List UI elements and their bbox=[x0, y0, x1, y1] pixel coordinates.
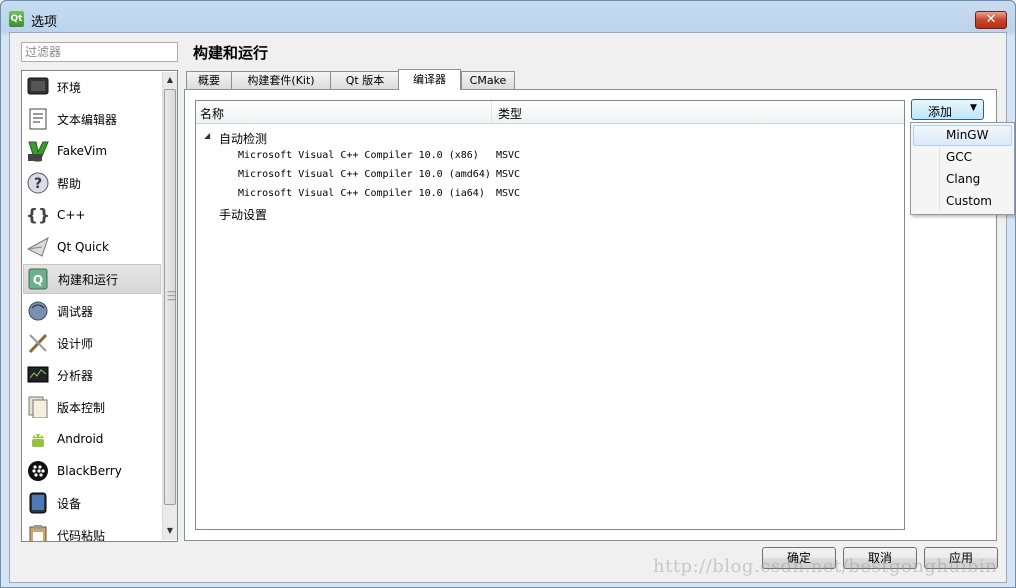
menu-item-gcc[interactable]: GCC bbox=[913, 147, 1012, 168]
add-button-label: 添加 bbox=[928, 105, 953, 119]
sidebar-item-label: 代码粘贴 bbox=[57, 528, 106, 542]
tree-group-manual[interactable]: 手动设置 bbox=[196, 203, 904, 222]
scrollbar-thumb[interactable]: — — — bbox=[164, 89, 176, 505]
tree-header: 名称 类型 bbox=[196, 101, 904, 124]
sidebar-item-debugger[interactable]: 调试器 bbox=[23, 296, 161, 326]
group-label: 手动设置 bbox=[219, 208, 268, 222]
grip-icon: — — — bbox=[167, 287, 176, 305]
table-row[interactable]: Microsoft Visual C++ Compiler 10.0 (amd6… bbox=[196, 165, 904, 184]
sidebar-item-label: 帮助 bbox=[57, 176, 82, 191]
sidebar-item-designer[interactable]: 设计师 bbox=[23, 328, 161, 358]
filter-input[interactable] bbox=[21, 42, 178, 62]
device-icon bbox=[27, 492, 49, 514]
add-compiler-menu: MinGW GCC Clang Custom bbox=[910, 122, 1015, 215]
category-list: 环境 文本编辑器 FakeVim ? 帮助 {} C++ Qt Quick Q … bbox=[21, 70, 178, 542]
analyzer-icon bbox=[27, 364, 49, 386]
sidebar-item-label: 设备 bbox=[57, 496, 82, 511]
qt-icon: Qt bbox=[9, 11, 24, 27]
menu-item-mingw[interactable]: MinGW bbox=[913, 125, 1012, 146]
expand-triangle-icon[interactable]: ◢ bbox=[204, 131, 210, 140]
tab-qt-versions[interactable]: Qt 版本 bbox=[330, 71, 400, 89]
sidebar-item-build-run[interactable]: Q 构建和运行 bbox=[23, 264, 161, 294]
options-dialog: Qt 选项 ✕ 环境 文本编辑器 FakeVim ? 帮助 {} bbox=[0, 0, 1016, 588]
sidebar-item-label: 构建和运行 bbox=[58, 272, 119, 287]
watermark: http://blog.csdn.net/bestgonghuibin bbox=[653, 556, 998, 577]
designer-brush-icon bbox=[27, 332, 49, 354]
sidebar-item-fakevim[interactable]: FakeVim bbox=[23, 136, 161, 166]
sidebar-item-cpp[interactable]: {} C++ bbox=[23, 200, 161, 230]
fakevim-icon bbox=[27, 140, 49, 162]
menu-item-custom[interactable]: Custom bbox=[913, 191, 1012, 212]
sidebar-item-label: 文本编辑器 bbox=[57, 112, 118, 127]
text-document-icon bbox=[27, 108, 49, 130]
column-header-type[interactable]: 类型 bbox=[498, 105, 522, 122]
column-divider[interactable] bbox=[491, 101, 492, 123]
scroll-up-icon[interactable]: ▲ bbox=[163, 72, 177, 88]
close-button[interactable]: ✕ bbox=[975, 11, 1007, 29]
tab-kits[interactable]: 构建套件(Kit) bbox=[231, 71, 331, 89]
version-control-icon bbox=[27, 396, 49, 418]
paper-plane-icon bbox=[27, 236, 49, 258]
column-header-name[interactable]: 名称 bbox=[200, 105, 224, 122]
sidebar-item-label: C++ bbox=[57, 208, 86, 222]
sidebar-item-code-paste[interactable]: 代码粘贴 bbox=[23, 520, 161, 542]
sidebar-item-label: BlackBerry bbox=[57, 464, 122, 478]
clipboard-icon bbox=[27, 524, 49, 541]
sidebar-item-label: FakeVim bbox=[57, 144, 108, 158]
sidebar-item-label: 环境 bbox=[57, 80, 82, 95]
sidebar-item-label: Qt Quick bbox=[57, 240, 109, 254]
compilers-panel: 名称 类型 ◢ 自动检测 Microsoft Visual C++ Compil… bbox=[184, 89, 997, 541]
svg-text:{}: {} bbox=[27, 206, 49, 226]
sidebar-item-android[interactable]: Android bbox=[23, 424, 161, 454]
compiler-tree: 名称 类型 ◢ 自动检测 Microsoft Visual C++ Compil… bbox=[195, 100, 905, 530]
sidebar-scrollbar[interactable]: ▲ — — — ▼ bbox=[162, 72, 177, 540]
sidebar-item-analyzer[interactable]: 分析器 bbox=[23, 360, 161, 390]
table-row[interactable]: Microsoft Visual C++ Compiler 10.0 (ia64… bbox=[196, 184, 904, 203]
question-mark-icon: ? bbox=[27, 172, 49, 194]
sidebar-item-text-editor[interactable]: 文本编辑器 bbox=[23, 104, 161, 134]
compiler-name: Microsoft Visual C++ Compiler 10.0 (ia64… bbox=[238, 188, 485, 199]
compiler-name: Microsoft Visual C++ Compiler 10.0 (amd6… bbox=[238, 169, 491, 180]
compiler-type: MSVC bbox=[496, 150, 521, 161]
tab-cmake[interactable]: CMake bbox=[461, 71, 515, 89]
sidebar-item-blackberry[interactable]: BlackBerry bbox=[23, 456, 161, 486]
debugger-icon bbox=[27, 300, 49, 322]
table-row[interactable]: Microsoft Visual C++ Compiler 10.0 (x86)… bbox=[196, 146, 904, 165]
compiler-name: Microsoft Visual C++ Compiler 10.0 (x86) bbox=[238, 150, 479, 161]
compiler-type: MSVC bbox=[496, 188, 521, 199]
chevron-down-icon: ▼ bbox=[970, 103, 977, 113]
sidebar-item-label: 版本控制 bbox=[57, 400, 106, 415]
window-title: 选项 bbox=[31, 15, 58, 30]
tree-group-auto-detected[interactable]: ◢ 自动检测 bbox=[196, 127, 904, 146]
sidebar-item-label: 分析器 bbox=[57, 368, 94, 383]
sidebar-item-label: Android bbox=[57, 432, 104, 446]
close-icon: ✕ bbox=[985, 12, 997, 27]
page-title: 构建和运行 bbox=[193, 44, 269, 62]
svg-text:Q: Q bbox=[33, 273, 43, 287]
sidebar-item-version-control[interactable]: 版本控制 bbox=[23, 392, 161, 422]
sidebar-item-help[interactable]: ? 帮助 bbox=[23, 168, 161, 198]
group-label: 自动检测 bbox=[219, 132, 268, 146]
sidebar-item-label: 调试器 bbox=[57, 304, 94, 319]
sidebar-item-label: 设计师 bbox=[57, 336, 94, 351]
add-compiler-button[interactable]: 添加 ▼ bbox=[911, 99, 984, 120]
build-run-icon: Q bbox=[28, 268, 50, 290]
monitor-icon bbox=[27, 76, 49, 98]
sidebar-item-qt-quick[interactable]: Qt Quick bbox=[23, 232, 161, 262]
braces-icon: {} bbox=[27, 204, 49, 226]
sidebar-item-environment[interactable]: 环境 bbox=[23, 72, 161, 102]
svg-text:?: ? bbox=[34, 176, 42, 192]
menu-item-clang[interactable]: Clang bbox=[913, 169, 1012, 190]
compiler-type: MSVC bbox=[496, 169, 521, 180]
android-icon bbox=[27, 428, 49, 450]
scroll-down-icon[interactable]: ▼ bbox=[163, 523, 177, 539]
tab-compilers[interactable]: 编译器 bbox=[398, 69, 461, 90]
sidebar-item-devices[interactable]: 设备 bbox=[23, 488, 161, 518]
dialog-body: 环境 文本编辑器 FakeVim ? 帮助 {} C++ Qt Quick bbox=[9, 32, 1015, 583]
blackberry-icon bbox=[27, 460, 49, 482]
tab-overview[interactable]: 概要 bbox=[186, 71, 232, 89]
